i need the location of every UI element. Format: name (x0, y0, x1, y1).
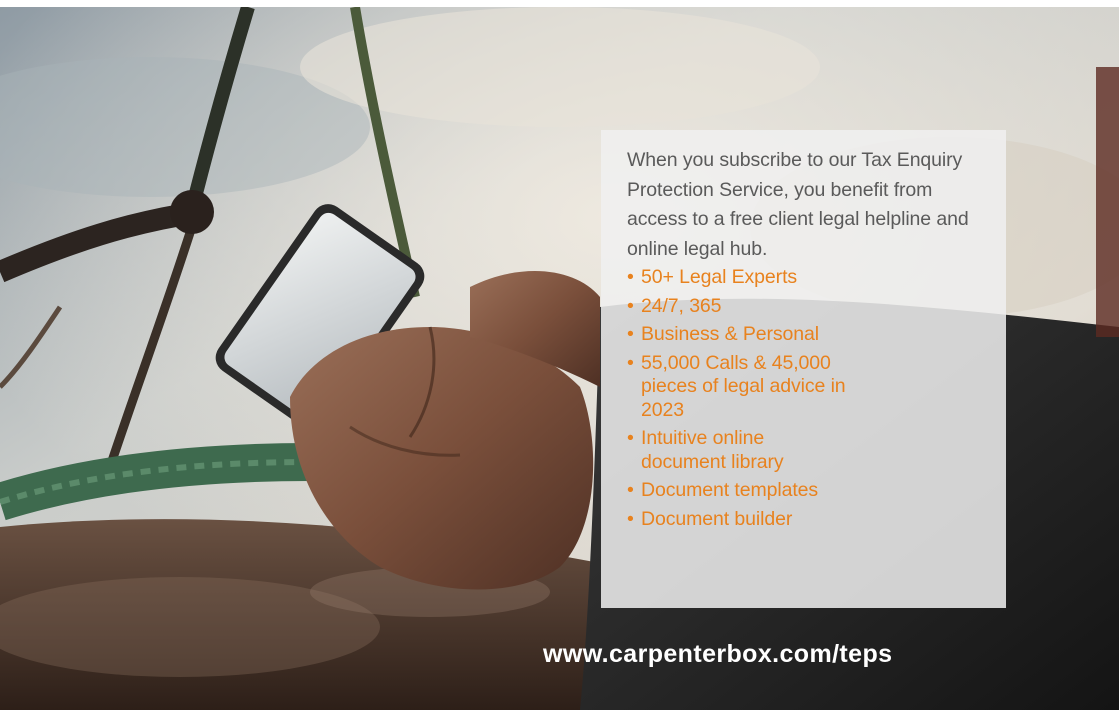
feature-item: • 24/7, 365 (627, 295, 986, 319)
feature-list: • 50+ Legal Experts • 24/7, 365 • Business … (627, 266, 986, 531)
website-link[interactable]: www.carpenterbox.com/teps (543, 640, 892, 669)
feature-item: • Document builder (627, 508, 986, 532)
feature-label: Document builder (641, 507, 793, 530)
hero-image-frame: When you subscribe to our Tax Enquiry Pr… (0, 7, 1119, 710)
info-card: When you subscribe to our Tax Enquiry Pr… (601, 130, 1006, 608)
feature-label: 55,000 Calls & 45,000 pieces of legal ad… (641, 351, 846, 421)
feature-item: • Business & Personal (627, 323, 986, 347)
feature-label: 50+ Legal Experts (641, 266, 798, 288)
feature-item: • Intuitive online document library (627, 427, 841, 474)
bullet-icon: • (627, 507, 634, 530)
feature-item: • 55,000 Calls & 45,000 pieces of legal a… (627, 352, 881, 423)
bullet-icon: • (627, 351, 634, 374)
bullet-icon: • (627, 323, 634, 345)
feature-label: Document templates (641, 479, 819, 501)
feature-label: Intuitive online document library (641, 427, 784, 473)
feature-label: Business & Personal (641, 323, 820, 345)
feature-item: • 50+ Legal Experts (627, 266, 986, 290)
bullet-icon: • (627, 427, 634, 449)
feature-label: 24/7, 365 (641, 294, 722, 317)
intro-paragraph: When you subscribe to our Tax Enquiry Pr… (627, 149, 969, 260)
bullet-icon: • (627, 266, 634, 288)
bullet-icon: • (627, 294, 634, 317)
feature-item: • Document templates (627, 479, 986, 503)
bullet-icon: • (627, 479, 634, 501)
